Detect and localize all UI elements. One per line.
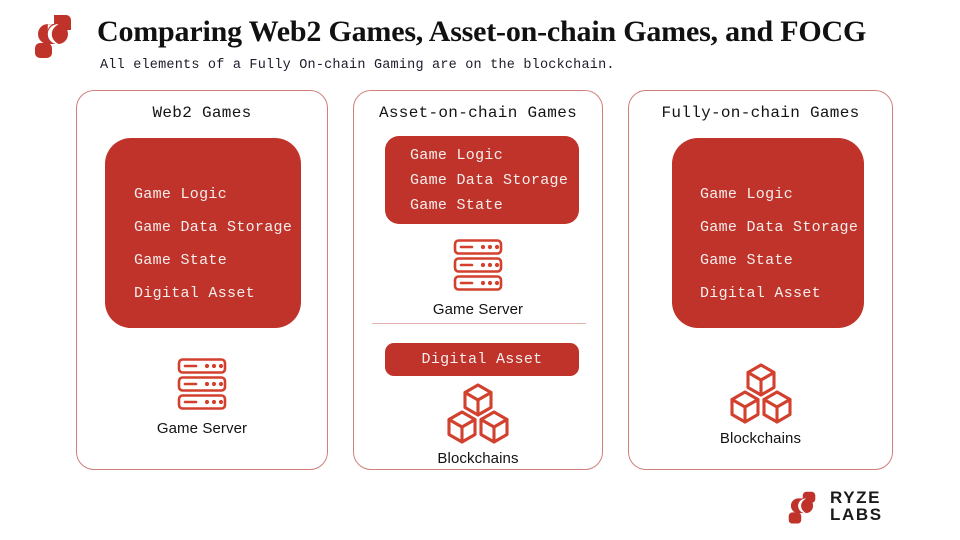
card-fully-on-chain-games: Fully-on-chain Games Game Logic Game Dat… [628, 90, 893, 470]
web2-server-group: Game Server [77, 353, 327, 437]
footer-logo: RYZE LABS [782, 487, 904, 529]
component-item: Game State [410, 197, 504, 214]
caption-game-server: Game Server [156, 420, 248, 437]
component-item: Game Logic [410, 147, 504, 164]
wordmark-line-2: LABS [830, 505, 883, 524]
component-box-focg: Game Logic Game Data Storage Game State … [672, 138, 864, 328]
component-item: Digital Asset [700, 285, 821, 302]
blockchain-cubes-icon [354, 383, 602, 445]
focg-blockchain-group: Blockchains [629, 363, 892, 447]
server-rack-icon [354, 234, 602, 296]
ryze-logo-mark-icon [782, 491, 822, 525]
asset-blockchain-group: Blockchains [354, 383, 602, 467]
card-web2-games: Web2 Games Game Logic Game Data Storage … [76, 90, 328, 470]
component-item: Game State [134, 252, 228, 269]
component-item: Game Data Storage [410, 172, 569, 189]
asset-server-group: Game Server [354, 234, 602, 318]
caption-game-server: Game Server [432, 301, 524, 318]
component-item: Digital Asset [134, 285, 255, 302]
blockchain-cubes-icon [629, 363, 892, 425]
page-title: Comparing Web2 Games, Asset-on-chain Gam… [97, 15, 867, 48]
component-item: Game State [700, 252, 794, 269]
card-asset-on-chain-games: Asset-on-chain Games Game Logic Game Dat… [353, 90, 603, 470]
card-title-web2: Web2 Games [152, 104, 252, 122]
component-item: Digital Asset [421, 351, 543, 368]
component-box-web2: Game Logic Game Data Storage Game State … [105, 138, 301, 328]
page-subtitle: All elements of a Fully On-chain Gaming … [100, 58, 615, 73]
wordmark-line-1: RYZE [830, 488, 882, 507]
caption-blockchains: Blockchains [719, 430, 802, 447]
component-box-asset-server-side: Game Logic Game Data Storage Game State [385, 136, 579, 224]
component-box-asset-chain-side: Digital Asset [385, 343, 579, 376]
component-item: Game Logic [134, 186, 228, 203]
component-item: Game Data Storage [134, 219, 293, 236]
section-divider [372, 323, 586, 325]
footer-wordmark: RYZE LABS [830, 489, 883, 523]
caption-blockchains: Blockchains [437, 450, 519, 467]
card-title-fully-on-chain: Fully-on-chain Games [661, 104, 860, 122]
card-title-asset-on-chain: Asset-on-chain Games [378, 104, 578, 122]
page-header: Comparing Web2 Games, Asset-on-chain Gam… [0, 0, 960, 88]
component-item: Game Logic [700, 186, 794, 203]
component-item: Game Data Storage [700, 219, 859, 236]
server-rack-icon [77, 353, 327, 415]
ryze-logo-mark-icon [27, 14, 79, 60]
